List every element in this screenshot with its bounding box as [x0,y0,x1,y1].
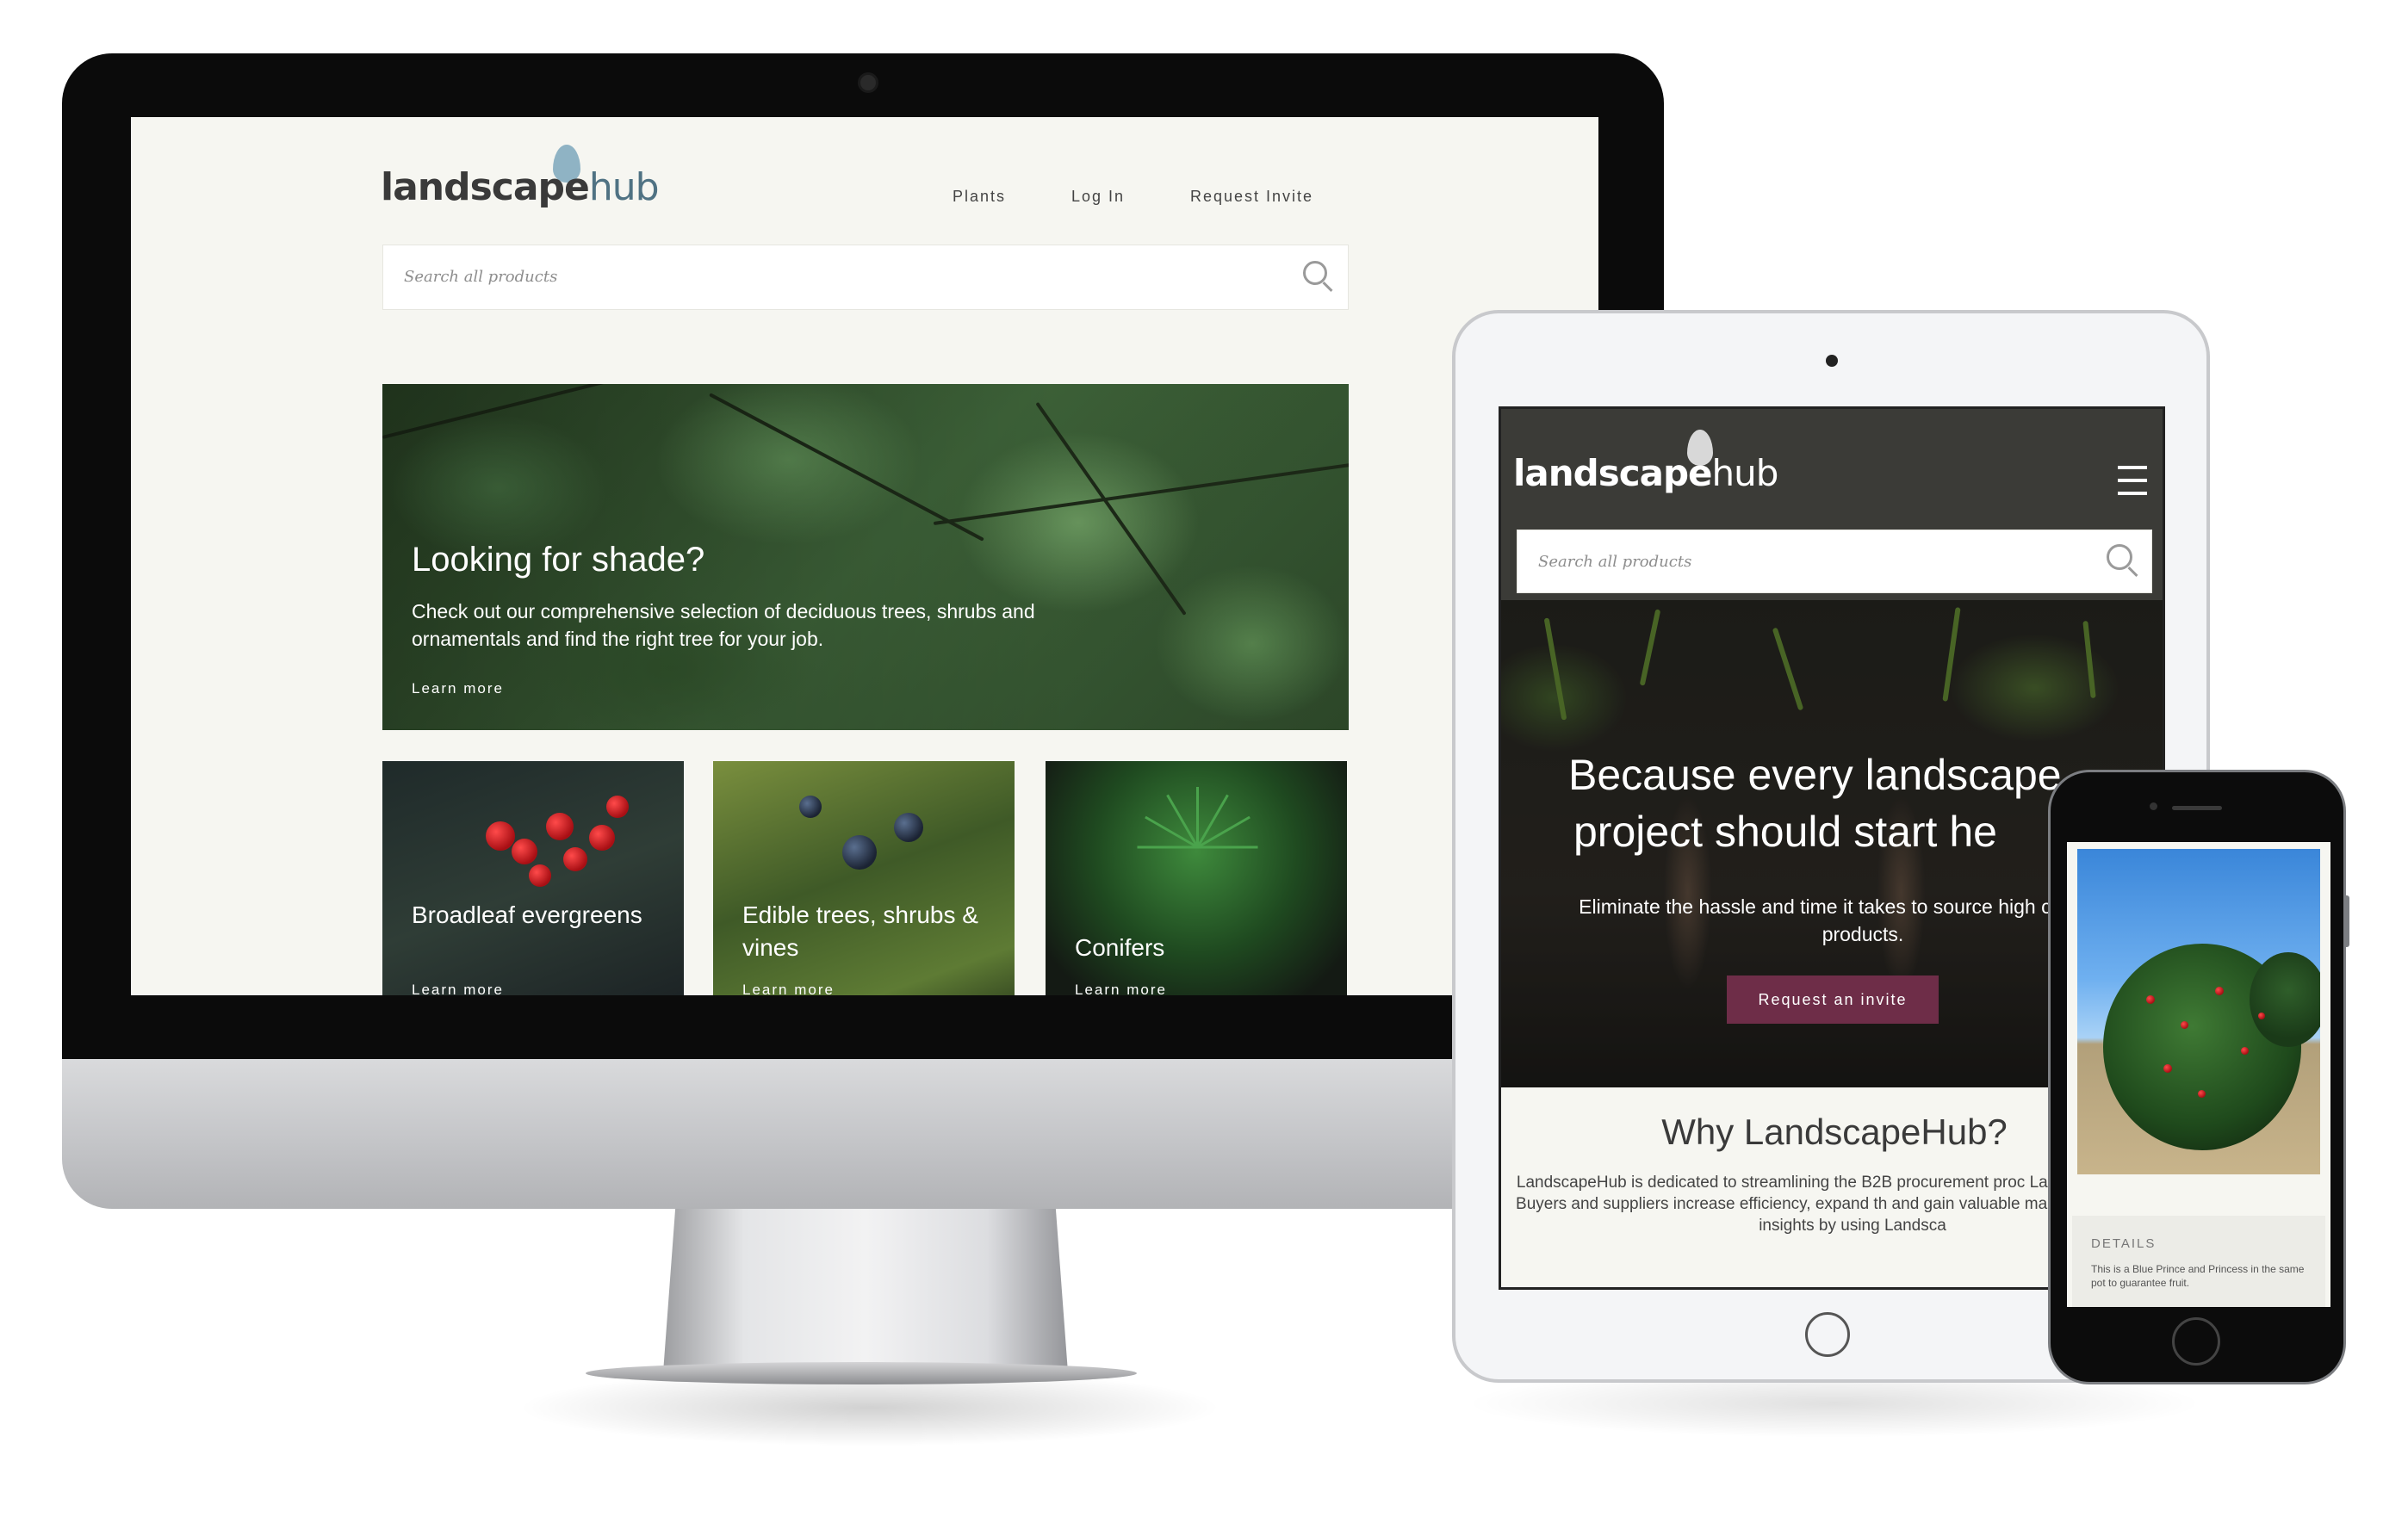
hero-banner: Looking for shade? Check out our compreh… [382,384,1349,730]
product-photo[interactable] [2077,849,2320,1174]
desktop-search-input[interactable]: Search all products [382,245,1349,310]
imac-stand-foot [586,1362,1137,1384]
phone-site: DETAILS This is a Blue Prince and Prince… [2067,842,2330,1307]
logo-suffix: hub [588,165,660,209]
imac-camera [858,72,878,93]
nav-plants[interactable]: Plants [953,188,1006,206]
tile-edible-trees[interactable]: Edible trees, shrubs & vines Learn more [713,761,1015,995]
nav-request-invite[interactable]: Request Invite [1190,188,1313,206]
imac-stand [663,1209,1068,1372]
tile-conifers[interactable]: Conifers Learn more [1046,761,1347,995]
phone-camera [2150,802,2157,810]
ipad-camera [1826,355,1838,367]
tablet-search-input[interactable]: Search all products [1517,530,2152,593]
nav-log-in[interactable]: Log In [1071,188,1125,206]
search-placeholder: Search all products [1538,553,1692,571]
phone-home-button[interactable] [2172,1317,2220,1366]
imac-chin [62,1059,1664,1209]
details-panel: DETAILS This is a Blue Prince and Prince… [2072,1216,2325,1307]
logo-word: landscape [381,165,590,209]
search-placeholder: Search all products [404,268,558,286]
search-icon[interactable] [1303,261,1327,285]
desktop-site: landscapehub Plants Log In Request Invit… [131,117,1598,995]
details-text: This is a Blue Prince and Princess in th… [2091,1263,2305,1289]
logo-word: landscape [1513,452,1712,494]
tile-title: Edible trees, shrubs & vines [742,901,978,961]
hero-learn-more-link[interactable]: Learn more [412,680,504,697]
hero-text: Check out our comprehensive selection of… [412,600,1035,650]
tile-title: Conifers [1075,934,1165,961]
tile-learn-more-link[interactable]: Learn more [412,982,504,995]
phone-speaker [2172,806,2222,810]
tile-title: Broadleaf evergreens [412,901,642,928]
hamburger-menu-icon[interactable] [2118,466,2147,495]
desktop-logo[interactable]: landscapehub [381,165,660,209]
tile-broadleaf-evergreens[interactable]: Broadleaf evergreens Learn more [382,761,684,995]
details-label: DETAILS [2091,1236,2157,1251]
ipad-home-button[interactable] [1805,1312,1850,1357]
tablet-logo[interactable]: landscapehub [1513,452,1778,494]
search-icon[interactable] [2107,544,2132,570]
request-invite-button[interactable]: Request an invite [1727,975,1939,1024]
logo-suffix: hub [1711,452,1779,494]
tile-learn-more-link[interactable]: Learn more [742,982,835,995]
hero-title: Looking for shade? [412,541,705,579]
tile-learn-more-link[interactable]: Learn more [1075,982,1167,995]
